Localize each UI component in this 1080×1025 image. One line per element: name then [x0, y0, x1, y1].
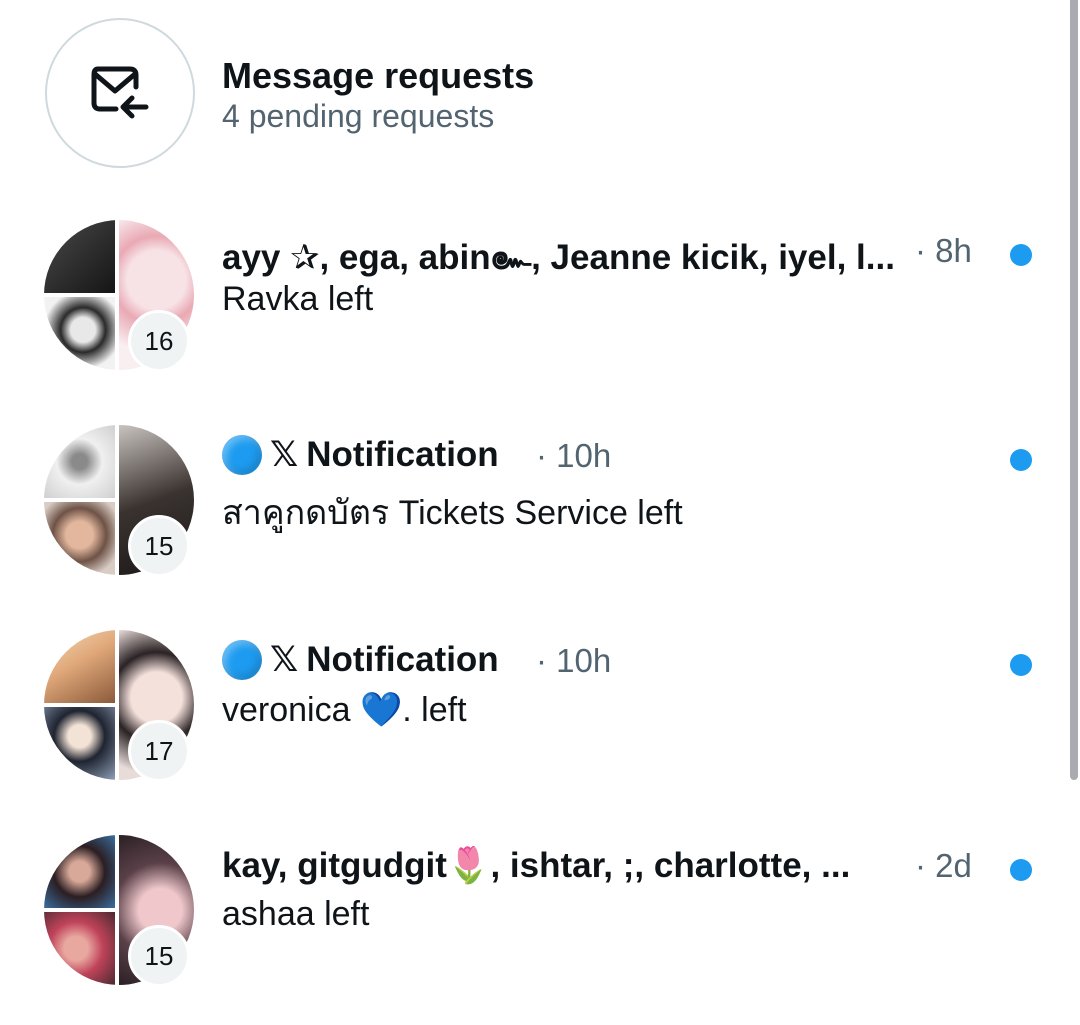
conversation-last-message: สาคูกดบัตร Tickets Service left: [222, 494, 683, 532]
conversation-time: · 10h: [536, 642, 612, 679]
unread-indicator: [1010, 859, 1032, 881]
conversation-row-4[interactable]: 15 kay, gitgudgit🌷, ishtar, ;, charlotte…: [0, 835, 1060, 1025]
blue-circle-emoji-icon: [222, 640, 262, 680]
conversation-last-message: Ravka left: [222, 280, 374, 318]
conversation-title: ayy ✰, ega, abin๛, Jeanne kicik, iyel, l…: [222, 238, 895, 277]
conversation-row-3[interactable]: 17 𝕏 Notification · 10h veronica 💙. left: [0, 630, 1060, 820]
message-requests-icon-circle: [45, 18, 195, 168]
message-requests-row[interactable]: Message requests 4 pending requests: [0, 0, 1060, 200]
conversation-time: · 10h: [536, 437, 612, 474]
conversation-title: kay, gitgudgit🌷, ishtar, ;, charlotte, .…: [222, 846, 851, 885]
member-count-badge: 15: [128, 515, 190, 577]
mail-inbox-arrow-icon: [91, 66, 149, 119]
avatar-tile: [44, 502, 115, 575]
conversation-title: 𝕏 Notification: [222, 640, 499, 680]
scrollbar[interactable]: [1068, 0, 1080, 1015]
unread-indicator: [1010, 654, 1032, 676]
conversation-time: · 2d: [915, 847, 972, 884]
avatar-tile: [44, 707, 115, 780]
conversation-last-message: veronica 💙. left: [222, 691, 467, 729]
avatar-tile: [44, 297, 115, 370]
member-count-badge: 16: [128, 310, 190, 372]
avatar-tile: [44, 220, 115, 293]
scrollbar-thumb[interactable]: [1070, 0, 1078, 780]
conversation-row-1[interactable]: 16 ayy ✰, ega, abin๛, Jeanne kicik, iyel…: [0, 220, 1060, 410]
x-logo-icon: 𝕏: [270, 435, 299, 475]
unread-indicator: [1010, 244, 1032, 266]
x-logo-icon: 𝕏: [270, 640, 299, 680]
conversation-time: · 8h: [915, 232, 972, 269]
avatar-tile: [44, 630, 115, 703]
member-count-badge: 15: [128, 925, 190, 987]
conversation-last-message: ashaa left: [222, 895, 370, 933]
blue-circle-emoji-icon: [222, 435, 262, 475]
message-requests-title: Message requests: [222, 55, 535, 96]
conversation-title: 𝕏 Notification: [222, 435, 499, 475]
avatar-tile: [44, 912, 115, 985]
avatar-tile: [44, 835, 115, 908]
conversation-row-2[interactable]: 15 𝕏 Notification · 10h สาคูกดบัตร Ticke…: [0, 425, 1060, 615]
unread-indicator: [1010, 449, 1032, 471]
conversation-title-text: Notification: [306, 640, 499, 679]
conversation-title-text: Notification: [306, 435, 499, 474]
message-requests-subtitle: 4 pending requests: [222, 98, 495, 134]
avatar-tile: [44, 425, 115, 498]
member-count-badge: 17: [128, 720, 190, 782]
